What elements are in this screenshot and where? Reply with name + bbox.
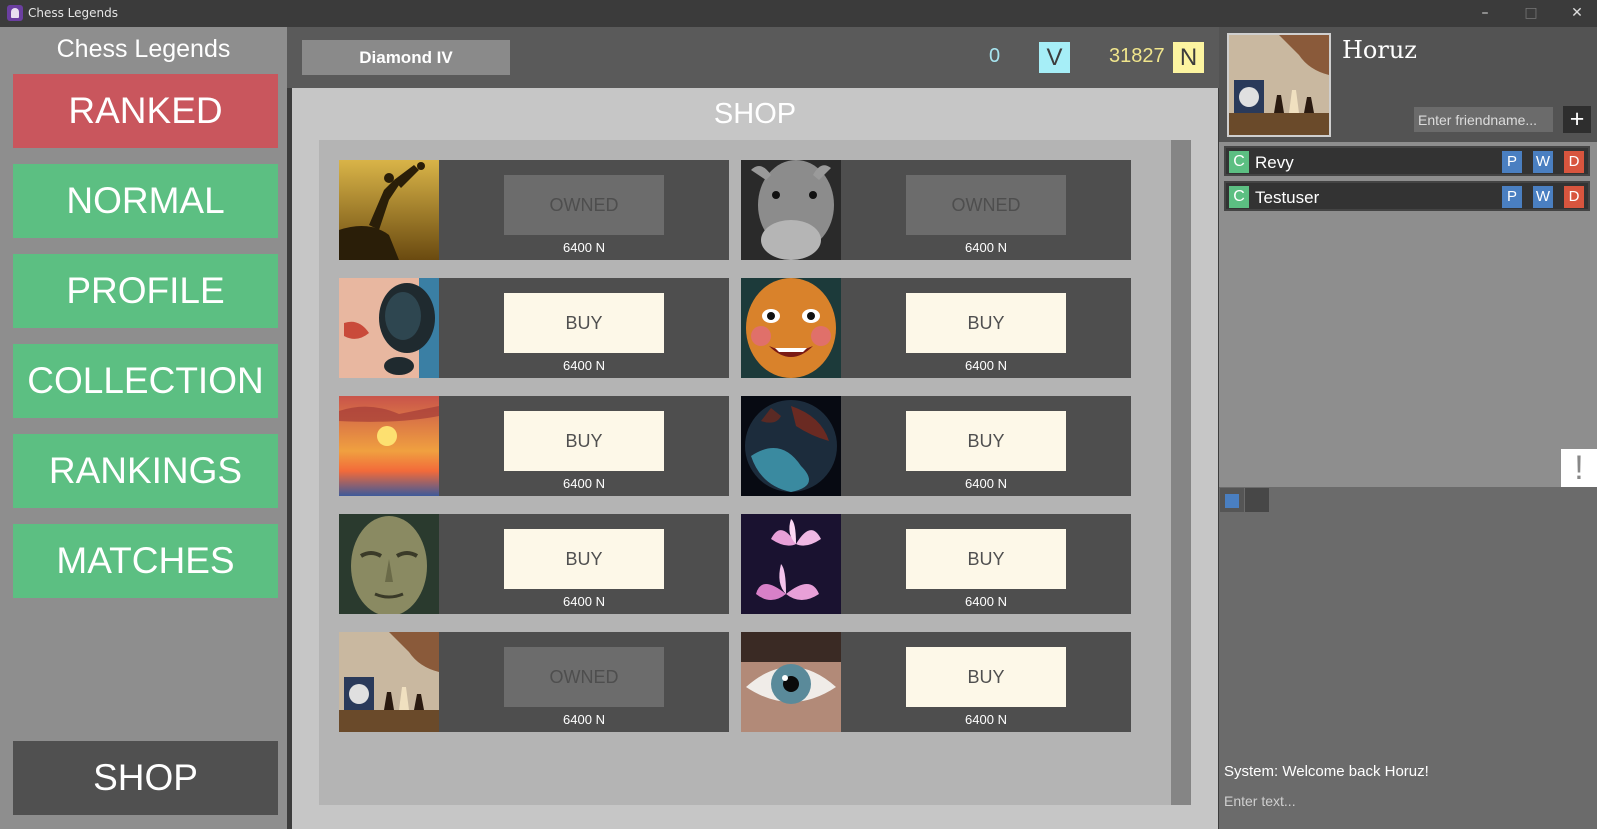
shop-item: BUY 6400 N (741, 278, 1131, 378)
friend-row-revy[interactable]: C Revy P W D (1224, 146, 1590, 176)
shop-grid: OWNED 6400 N OWNED 6400 N BUY 6400 N BUY… (319, 140, 1191, 805)
chess-clock-thumb (339, 632, 439, 732)
buy-button[interactable]: BUY (906, 647, 1066, 707)
add-friend-button[interactable]: + (1563, 106, 1591, 133)
shop-item: OWNED 6400 N (741, 160, 1131, 260)
username: Horuz (1342, 36, 1417, 64)
buy-button[interactable]: BUY (906, 293, 1066, 353)
profile-button[interactable]: PROFILE (13, 254, 278, 328)
shop-area: SHOP OWNED 6400 N OWNED 6400 N BUY 6400 … (292, 88, 1218, 829)
sunset-thumb (339, 396, 439, 496)
title-bar: Chess Legends – □ ✕ (0, 0, 1597, 27)
buy-button[interactable]: BUY (906, 529, 1066, 589)
window-title: Chess Legends (28, 6, 119, 20)
friend-w-button[interactable]: W (1533, 186, 1553, 208)
rankings-button[interactable]: RANKINGS (13, 434, 278, 508)
shop-button[interactable]: SHOP (13, 741, 278, 815)
sunglasses-face-thumb (339, 278, 439, 378)
friend-name: Revy (1255, 153, 1294, 172)
chat-tab-system[interactable] (1220, 488, 1244, 512)
buy-button[interactable]: BUY (504, 529, 664, 589)
shop-item: BUY 6400 N (741, 396, 1131, 496)
sidebar-title: Chess Legends (56, 35, 231, 63)
friend-p-button[interactable]: P (1502, 151, 1522, 173)
lotus-thumb (741, 514, 841, 614)
item-price: 6400 N (965, 594, 1007, 609)
shop-item: BUY 6400 N (339, 396, 729, 496)
minimize-button[interactable]: – (1462, 0, 1508, 27)
shop-item: OWNED 6400 N (339, 632, 729, 732)
friend-w-button[interactable]: W (1533, 151, 1553, 173)
stone-face-thumb (339, 514, 439, 614)
chat-input[interactable] (1219, 790, 1597, 812)
chat-message: System: Welcome back Horuz! (1224, 763, 1429, 780)
friend-row-testuser[interactable]: C Testuser P W D (1224, 181, 1590, 211)
ranked-button[interactable]: RANKED (13, 74, 278, 148)
item-price: 6400 N (965, 476, 1007, 491)
collection-button[interactable]: COLLECTION (13, 344, 278, 418)
shop-title: SHOP (713, 98, 797, 130)
top-bar: Diamond IV 0 V 31827 N (287, 27, 1219, 88)
chat-tab-secondary[interactable] (1245, 488, 1269, 512)
avatar[interactable] (1227, 33, 1331, 137)
friend-d-button[interactable]: D (1564, 186, 1584, 208)
climbers-silhouette-thumb (339, 160, 439, 260)
friend-status-badge: C (1229, 151, 1249, 173)
buy-button[interactable]: BUY (504, 293, 664, 353)
friend-name-input[interactable] (1414, 107, 1553, 132)
item-price: 6400 N (965, 240, 1007, 255)
right-panel: Horuz + C Revy P W D C Testuser P W D ! … (1219, 27, 1597, 829)
owned-button[interactable]: OWNED (504, 175, 664, 235)
friend-status-badge: C (1229, 186, 1249, 208)
maximize-button[interactable]: □ (1508, 0, 1554, 27)
friend-d-button[interactable]: D (1564, 151, 1584, 173)
app-icon (7, 5, 23, 21)
carved-mask-thumb (741, 278, 841, 378)
notification-button[interactable]: ! (1561, 449, 1597, 487)
v-currency-count: 0 (989, 45, 1001, 67)
shop-item: OWNED 6400 N (339, 160, 729, 260)
owned-button[interactable]: OWNED (906, 175, 1066, 235)
left-sidebar: Chess Legends RANKED NORMAL PROFILE COLL… (0, 27, 287, 829)
shop-scrollbar[interactable] (1171, 140, 1191, 805)
shop-item: BUY 6400 N (741, 514, 1131, 614)
shop-item: BUY 6400 N (339, 278, 729, 378)
item-price: 6400 N (965, 712, 1007, 727)
item-price: 6400 N (563, 240, 605, 255)
rank-badge: Diamond IV (302, 40, 510, 75)
close-button[interactable]: ✕ (1554, 0, 1597, 27)
item-price: 6400 N (965, 358, 1007, 373)
n-currency-count: 31827 (1109, 45, 1165, 67)
item-price: 6400 N (563, 358, 605, 373)
friend-name: Testuser (1255, 188, 1320, 207)
item-price: 6400 N (563, 476, 605, 491)
chat-area: System: Welcome back Horuz! (1219, 487, 1597, 829)
planet-thumb (741, 396, 841, 496)
friend-p-button[interactable]: P (1502, 186, 1522, 208)
n-currency-icon: N (1173, 42, 1204, 73)
matches-button[interactable]: MATCHES (13, 524, 278, 598)
item-price: 6400 N (563, 712, 605, 727)
normal-button[interactable]: NORMAL (13, 164, 278, 238)
buy-button[interactable]: BUY (504, 411, 664, 471)
v-currency-icon: V (1039, 42, 1070, 73)
eye-thumb (741, 632, 841, 732)
shop-item: BUY 6400 N (339, 514, 729, 614)
camel-bw-thumb (741, 160, 841, 260)
profile-header: Horuz + (1219, 27, 1597, 142)
owned-button[interactable]: OWNED (504, 647, 664, 707)
shop-item: BUY 6400 N (741, 632, 1131, 732)
buy-button[interactable]: BUY (906, 411, 1066, 471)
item-price: 6400 N (563, 594, 605, 609)
